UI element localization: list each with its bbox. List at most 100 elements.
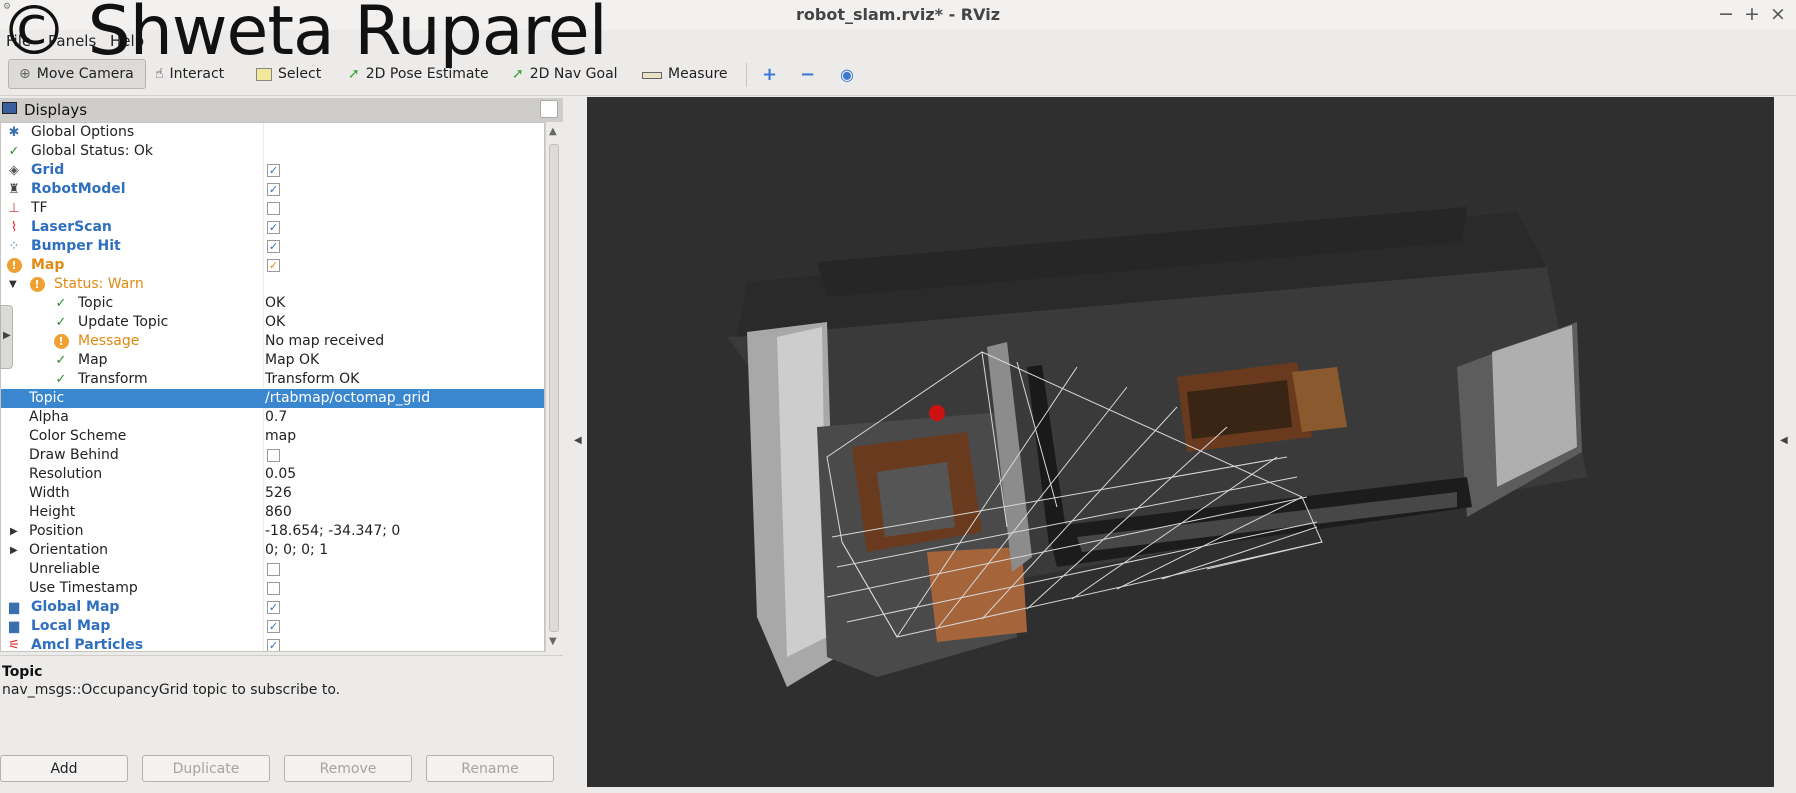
panel-title: Displays bbox=[24, 101, 88, 119]
tree-row-unreliable[interactable]: Unreliable bbox=[1, 560, 544, 579]
row-name: Orientation bbox=[29, 542, 109, 558]
add-button[interactable]: Add bbox=[0, 755, 128, 782]
tree-row-transform[interactable]: ✓ Transform Transform OK bbox=[1, 370, 544, 389]
robot-icon: ♜ bbox=[8, 182, 20, 197]
tree-row-status-warn[interactable]: ▼ ! Status: Warn bbox=[1, 275, 544, 294]
tree-row-grid[interactable]: ◈ Grid ✓ bbox=[1, 161, 544, 180]
grid-icon: ◈ bbox=[9, 163, 19, 178]
tree-scrollbar[interactable]: ▲ ▼ bbox=[545, 122, 563, 652]
tree-row-height[interactable]: Height 860 bbox=[1, 503, 544, 522]
tree-row-global-options[interactable]: ✱ Global Options bbox=[1, 123, 544, 142]
tree-row-draw-behind[interactable]: Draw Behind bbox=[1, 446, 544, 465]
enable-checkbox[interactable]: ✓ bbox=[267, 183, 280, 196]
row-name: Amcl Particles bbox=[31, 637, 144, 652]
tree-row-topic-status[interactable]: ✓ Topic OK bbox=[1, 294, 544, 313]
tree-row-global-map[interactable]: ▆ Global Map ✓ bbox=[1, 598, 544, 617]
row-value: OK bbox=[265, 314, 286, 330]
close-button[interactable]: × bbox=[1770, 3, 1786, 25]
tool-measure[interactable]: Measure bbox=[642, 59, 728, 89]
expand-arrow-icon[interactable]: ▶ bbox=[10, 522, 18, 541]
tree-row-amcl-particles[interactable]: ⚟ Amcl Particles ✓ bbox=[1, 636, 544, 652]
description-title: Topic bbox=[2, 664, 43, 680]
collapse-left-icon[interactable]: ◀ bbox=[574, 435, 582, 446]
duplicate-button[interactable]: Duplicate bbox=[142, 755, 270, 782]
row-name: Map bbox=[78, 352, 108, 368]
tree-row-map-status[interactable]: ✓ Map Map OK bbox=[1, 351, 544, 370]
tree-row-update-topic[interactable]: ✓ Update Topic OK bbox=[1, 313, 544, 332]
tool-label: Measure bbox=[668, 66, 728, 82]
expand-arrow-icon[interactable]: ▶ bbox=[10, 541, 18, 560]
check-icon: ✓ bbox=[55, 315, 67, 330]
scroll-up-icon[interactable]: ▲ bbox=[549, 126, 557, 137]
tree-row-global-status[interactable]: ✓ Global Status: Ok bbox=[1, 142, 544, 161]
row-name: Use Timestamp bbox=[29, 580, 138, 596]
scroll-thumb[interactable] bbox=[549, 144, 559, 632]
check-icon: ✓ bbox=[8, 144, 20, 159]
3d-viewport[interactable] bbox=[587, 97, 1774, 787]
eye-icon[interactable]: ◉ bbox=[840, 59, 854, 89]
row-value[interactable]: 0.7 bbox=[265, 408, 287, 427]
draw-behind-checkbox[interactable] bbox=[267, 449, 280, 462]
row-value: 860 bbox=[265, 504, 292, 520]
check-icon: ✓ bbox=[55, 372, 67, 387]
scroll-down-icon[interactable]: ▼ bbox=[549, 636, 557, 647]
tree-row-topic-selected[interactable]: Topic /rtabmap/octomap_grid bbox=[1, 389, 544, 408]
tree-row-orientation[interactable]: ▶ Orientation 0; 0; 0; 1 bbox=[1, 541, 544, 560]
row-name: Draw Behind bbox=[29, 447, 119, 463]
plus-icon[interactable]: + bbox=[762, 59, 777, 89]
enable-checkbox[interactable]: ✓ bbox=[267, 601, 280, 614]
monitor-icon bbox=[2, 102, 17, 114]
tree-row-tf[interactable]: ⊥ TF bbox=[1, 199, 544, 218]
tree-row-local-map[interactable]: ▆ Local Map ✓ bbox=[1, 617, 544, 636]
tree-row-map[interactable]: ! Map ✓ bbox=[1, 256, 544, 275]
expand-arrow-icon[interactable]: ▼ bbox=[9, 275, 17, 294]
remove-button[interactable]: Remove bbox=[284, 755, 412, 782]
watermark: © Shweta Ruparel bbox=[0, 0, 608, 71]
collapse-right-icon[interactable]: ◀ bbox=[1780, 435, 1788, 446]
row-name: Update Topic bbox=[78, 314, 169, 330]
row-value[interactable]: map bbox=[265, 427, 296, 446]
row-name: Bumper Hit bbox=[31, 238, 121, 254]
minus-icon[interactable]: − bbox=[800, 59, 815, 89]
tree-row-resolution[interactable]: Resolution 0.05 bbox=[1, 465, 544, 484]
row-name: Local Map bbox=[31, 618, 111, 634]
tree-row-message[interactable]: ! Message No map received bbox=[1, 332, 544, 351]
points-icon: ⁘ bbox=[8, 239, 20, 254]
row-value[interactable]: /rtabmap/octomap_grid bbox=[265, 389, 430, 408]
tree-row-color-scheme[interactable]: Color Scheme map bbox=[1, 427, 544, 446]
tree-row-laserscan[interactable]: ⌇ LaserScan ✓ bbox=[1, 218, 544, 237]
enable-checkbox[interactable]: ✓ bbox=[267, 259, 280, 272]
rename-button[interactable]: Rename bbox=[426, 755, 554, 782]
tree-row-bumper-hit[interactable]: ⁘ Bumper Hit ✓ bbox=[1, 237, 544, 256]
toolbar-separator bbox=[746, 63, 747, 87]
enable-checkbox[interactable]: ✓ bbox=[267, 620, 280, 633]
description-text: nav_msgs::OccupancyGrid topic to subscri… bbox=[2, 682, 341, 698]
tree-row-position[interactable]: ▶ Position -18.654; -34.347; 0 bbox=[1, 522, 544, 541]
tree-row-use-timestamp[interactable]: Use Timestamp bbox=[1, 579, 544, 598]
displays-tree[interactable]: ✱ Global Options ✓ Global Status: Ok ◈ G… bbox=[0, 122, 545, 652]
tree-row-alpha[interactable]: Alpha 0.7 bbox=[1, 408, 544, 427]
row-value: 0.05 bbox=[265, 466, 297, 482]
enable-checkbox[interactable]: ✓ bbox=[267, 240, 280, 253]
row-name: Width bbox=[29, 485, 70, 501]
enable-checkbox[interactable] bbox=[267, 202, 280, 215]
maximize-button[interactable]: + bbox=[1744, 3, 1760, 25]
tree-row-width[interactable]: Width 526 bbox=[1, 484, 544, 503]
enable-checkbox[interactable]: ✓ bbox=[267, 221, 280, 234]
enable-checkbox[interactable]: ✓ bbox=[267, 639, 280, 651]
tree-row-robotmodel[interactable]: ♜ RobotModel ✓ bbox=[1, 180, 544, 199]
minimize-button[interactable]: − bbox=[1718, 3, 1734, 25]
row-value: 526 bbox=[265, 485, 292, 501]
row-name: Position bbox=[29, 523, 84, 539]
row-value: OK bbox=[265, 295, 286, 311]
unreliable-checkbox[interactable] bbox=[267, 563, 280, 576]
row-name: Resolution bbox=[29, 466, 103, 482]
gear-icon: ✱ bbox=[8, 125, 20, 140]
side-dock-handle[interactable]: ▶ bbox=[0, 305, 13, 369]
use-timestamp-checkbox[interactable] bbox=[267, 582, 280, 595]
panel-float-button[interactable] bbox=[540, 100, 558, 118]
row-name: Unreliable bbox=[29, 561, 100, 577]
row-name: Transform bbox=[78, 371, 148, 387]
particles-icon: ⚟ bbox=[8, 638, 20, 652]
enable-checkbox[interactable]: ✓ bbox=[267, 164, 280, 177]
